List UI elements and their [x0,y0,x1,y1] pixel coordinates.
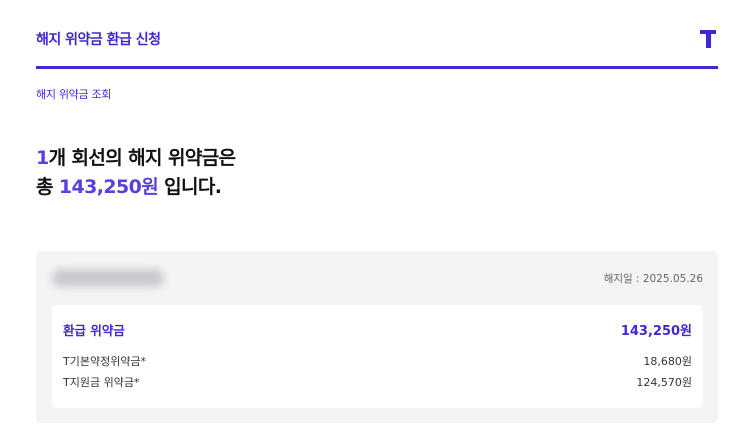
list-item: T기본약정위약금* 18,680원 [63,353,692,369]
page-header: 해지 위약금 환급 신청 [36,0,718,70]
summary-line-2: 총 143,250원 입니다. [36,173,235,202]
t-logo-icon [700,30,716,48]
summary-prefix: 총 [36,176,59,198]
item-label: T기본약정위약금* [63,355,147,368]
breadcrumb: 해지 위약금 조회 [36,88,112,101]
total-amount: 143,250원 [58,176,159,198]
refund-value: 143,250원 [620,324,692,339]
cancel-date: 해지일 : 2025.05.26 [603,273,703,285]
summary-line-1: 1개 회선의 해지 위약금은 [36,144,236,173]
masked-phone-number [52,269,164,287]
list-item: T지원금 위약금* 124,570원 [63,374,692,390]
summary-suffix: 입니다. [158,176,222,198]
page-title: 해지 위약금 환급 신청 [36,32,161,48]
refund-row: 환급 위약금 143,250원 [63,320,692,339]
summary-line-1-text: 개 회선의 해지 위약금은 [48,147,236,169]
line-count: 1 [36,147,49,169]
item-value: 18,680원 [643,355,692,368]
summary-headline: 1개 회선의 해지 위약금은 총 143,250원 입니다. [36,144,236,202]
penalty-details: 환급 위약금 143,250원 T기본약정위약금* 18,680원 T지원금 위… [52,305,703,408]
item-value: 124,570원 [636,376,692,389]
item-label: T지원금 위약금* [63,376,140,389]
header-divider [36,66,718,69]
penalty-card: 해지일 : 2025.05.26 환급 위약금 143,250원 T기본약정위약… [36,251,718,423]
refund-label: 환급 위약금 [63,323,125,338]
